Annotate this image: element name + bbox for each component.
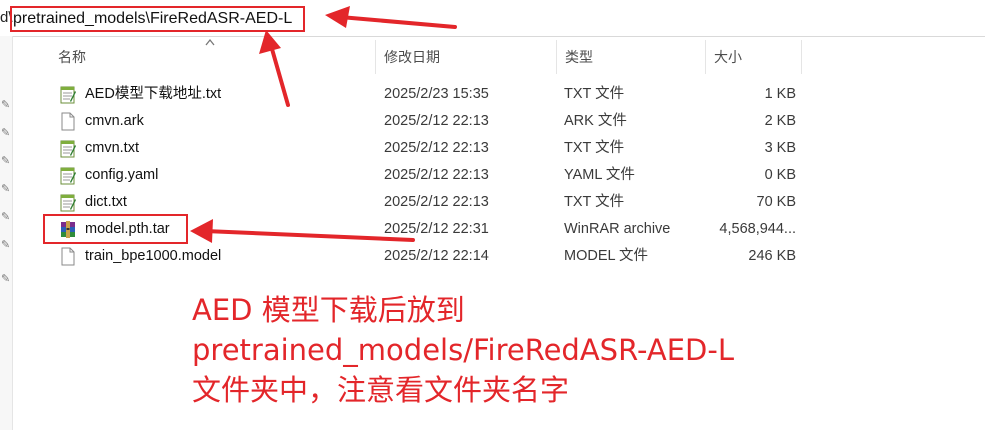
annotation-line-2: pretrained_models/FireRedASR-AED-L bbox=[192, 333, 734, 367]
arrow-to-path-box bbox=[268, 40, 290, 107]
annotation-line-1: AED 模型下载后放到 bbox=[192, 293, 465, 327]
annotation-line-3: 文件夹中，注意看文件夹名字 bbox=[192, 373, 570, 407]
arrow-to-address-bar bbox=[338, 15, 457, 29]
arrowhead bbox=[259, 30, 281, 54]
arrowhead bbox=[190, 219, 213, 243]
annotation-text: AED 模型下载后放到 pretrained_models/FireRedASR… bbox=[192, 290, 734, 410]
arrow-to-model-file bbox=[203, 229, 415, 242]
arrowhead bbox=[325, 6, 350, 28]
